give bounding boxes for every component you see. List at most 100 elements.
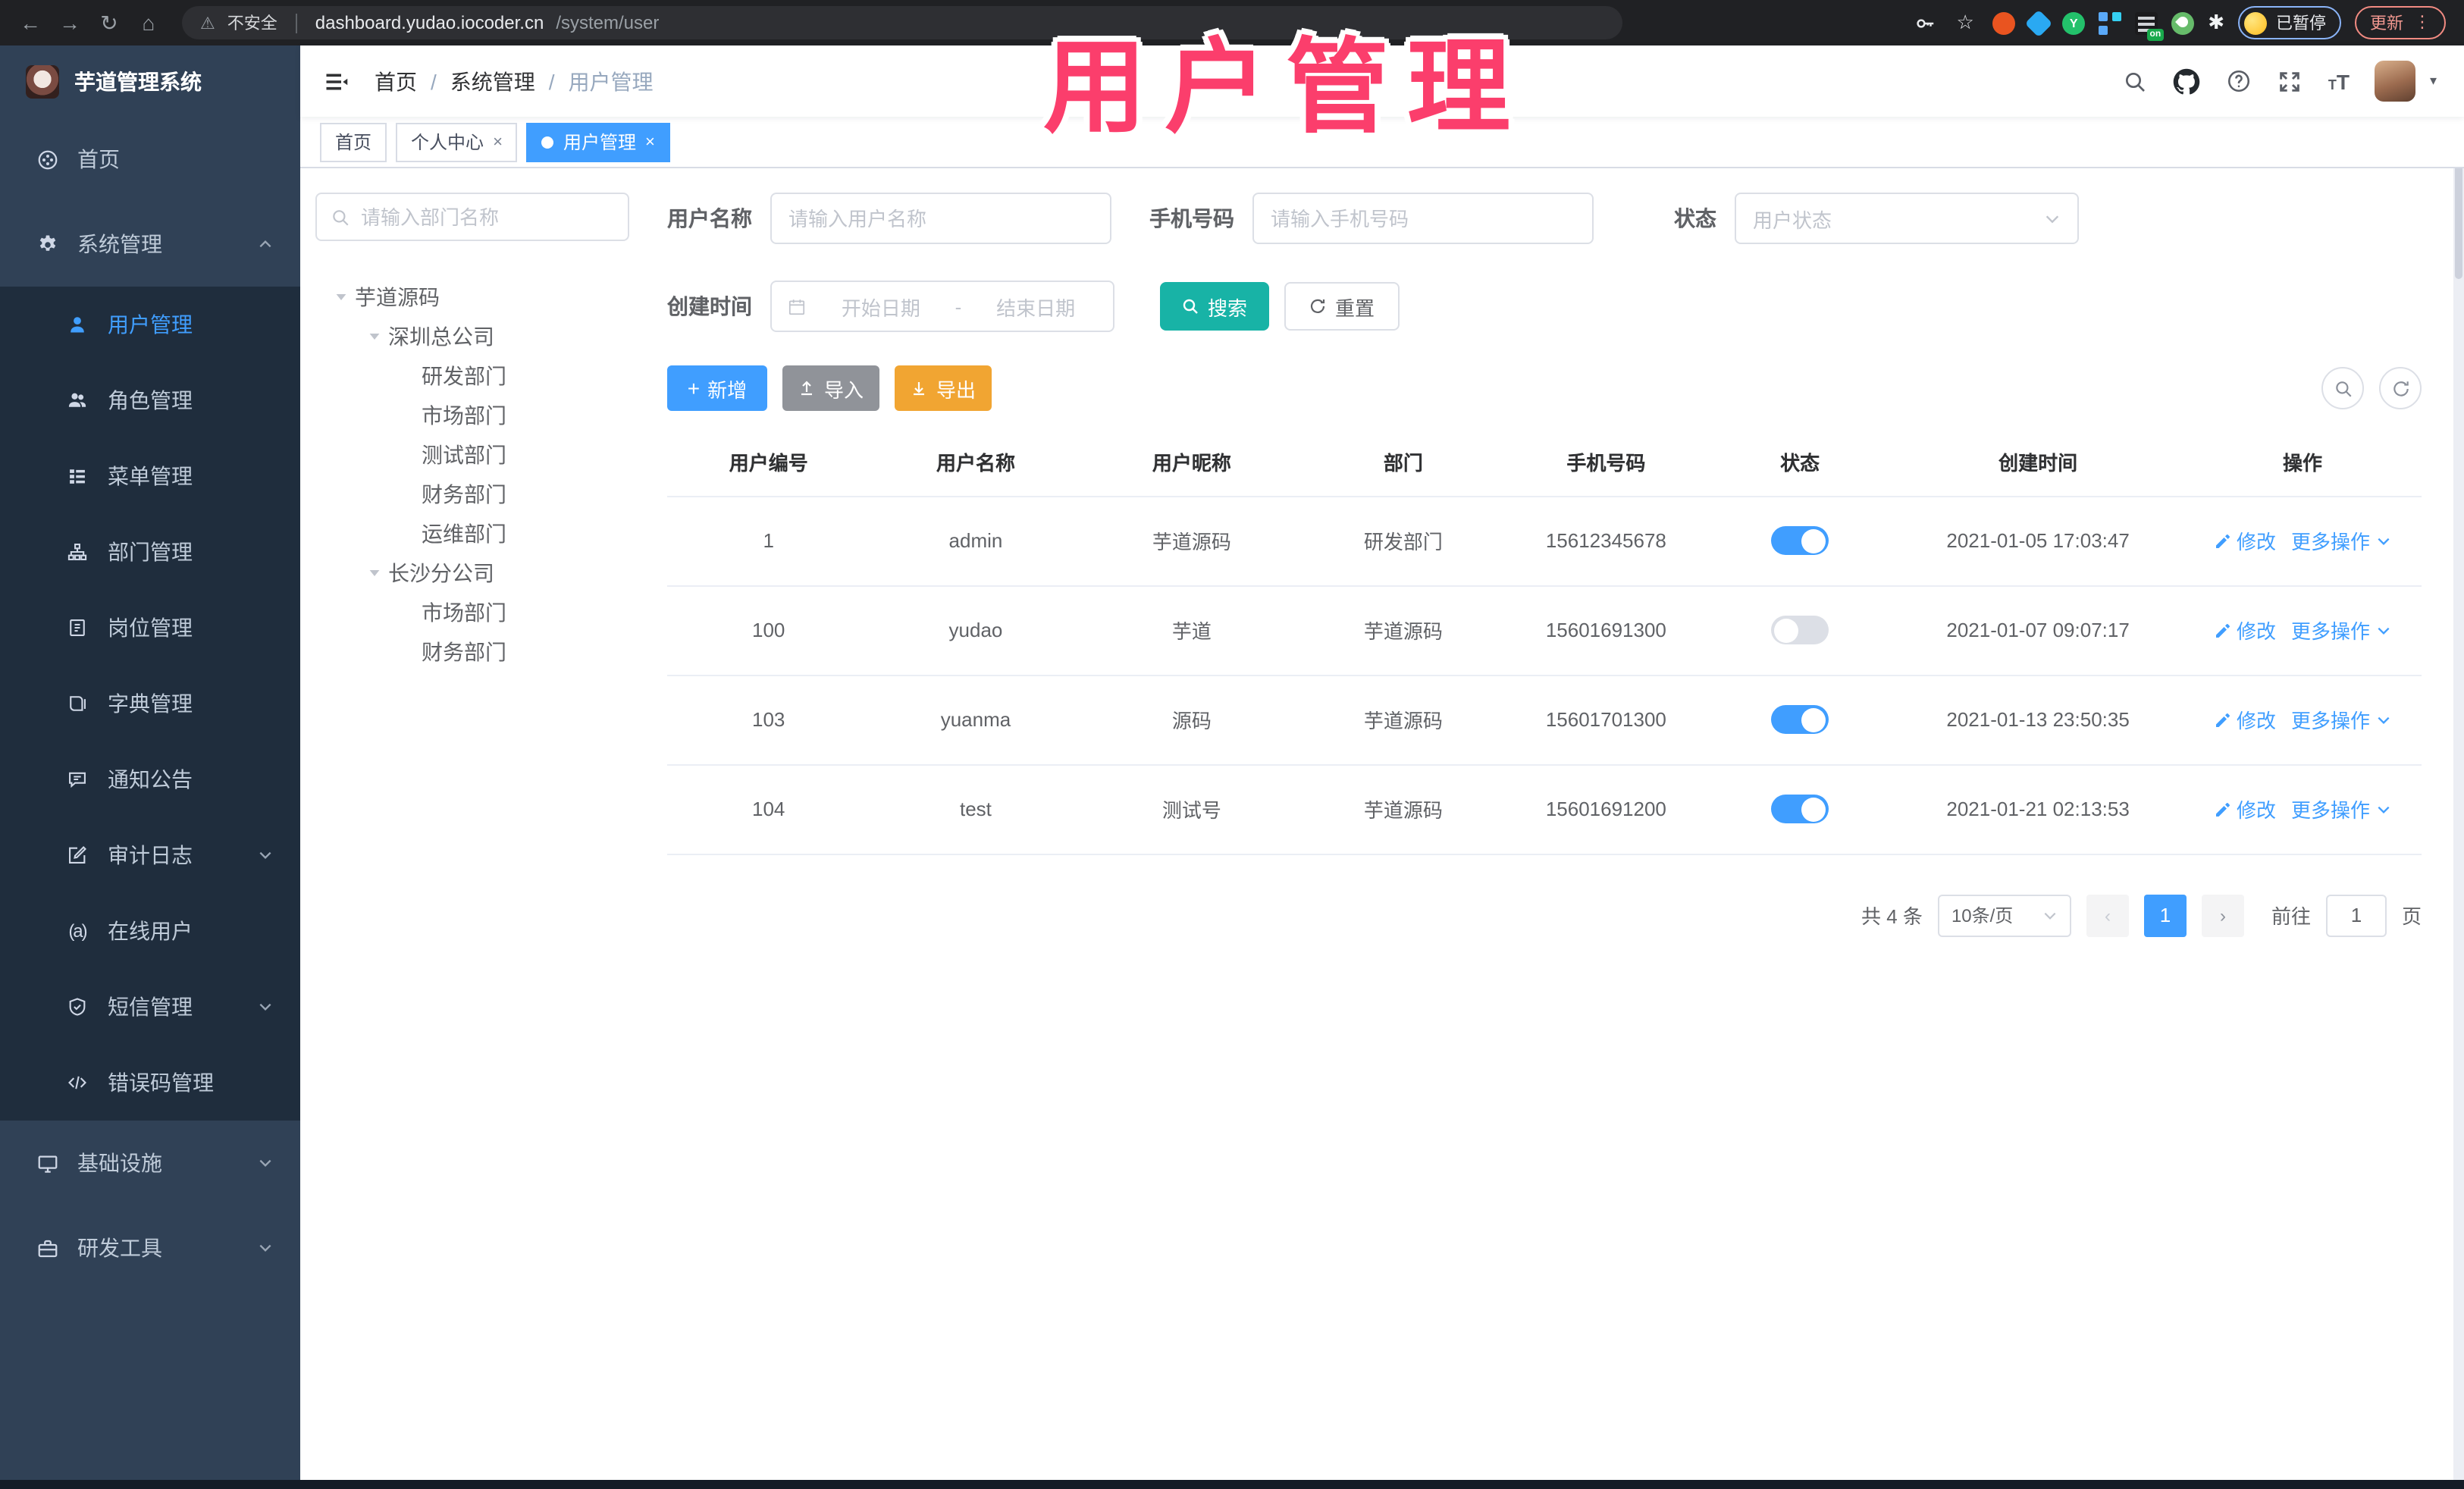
tree-node-branch[interactable]: 长沙分公司 <box>315 553 629 593</box>
browser-back-button[interactable]: ← <box>12 5 49 41</box>
sidebar-item-user-management[interactable]: 用户管理 <box>0 287 300 362</box>
username-field <box>770 193 1111 244</box>
goto-page-input[interactable] <box>2325 894 2387 936</box>
search-button[interactable]: 搜索 <box>1160 282 1269 331</box>
avatar-caret-icon[interactable]: ▾ <box>2430 73 2437 89</box>
extension-icon-squares[interactable] <box>2099 11 2122 34</box>
tree-expand-icon[interactable] <box>361 331 388 343</box>
sidebar-item-home[interactable]: 首页 <box>0 117 300 202</box>
tree-expand-icon[interactable] <box>361 567 388 579</box>
status-toggle[interactable] <box>1771 705 1829 734</box>
tree-node-leaf[interactable]: 市场部门 <box>315 593 629 632</box>
sidebar-item-role-management[interactable]: 角色管理 <box>0 362 300 438</box>
users-icon <box>65 390 89 411</box>
more-actions-link[interactable]: 更多操作 <box>2291 616 2391 644</box>
edit-user-link[interactable]: 修改 <box>2214 526 2276 555</box>
edit-user-link[interactable]: 修改 <box>2214 795 2276 823</box>
close-icon[interactable]: × <box>493 133 503 151</box>
next-page-button[interactable]: › <box>2201 894 2244 936</box>
tab-home[interactable]: 首页 <box>320 122 387 161</box>
tree-node-leaf[interactable]: 运维部门 <box>315 514 629 553</box>
tree-node-leaf[interactable]: 财务部门 <box>315 475 629 514</box>
table-row: 1 admin 芋道源码 研发部门 15612345678 2021-01-05… <box>667 496 2422 586</box>
extension-icon-leaf[interactable] <box>2171 11 2195 34</box>
sidebar: 芋道管理系统 首页 系统管理 用户管理 角色管理 菜单管理 部门管理 岗位管理 … <box>0 45 300 1489</box>
reset-button[interactable]: 重置 <box>1284 282 1400 331</box>
extension-icon-orange[interactable] <box>1992 11 2016 34</box>
edit-user-link[interactable]: 修改 <box>2214 616 2276 644</box>
help-icon[interactable] <box>2227 68 2252 94</box>
profile-paused-badge[interactable]: 已暂停 <box>2238 6 2341 39</box>
username-input[interactable] <box>788 207 1093 230</box>
edit-user-link[interactable]: 修改 <box>2214 705 2276 734</box>
tree-expand-icon[interactable] <box>328 291 355 303</box>
sidebar-item-error-code[interactable]: 错误码管理 <box>0 1045 300 1121</box>
export-button[interactable]: 导出 <box>895 365 992 411</box>
mobile-field <box>1252 193 1594 244</box>
dept-search-input[interactable] <box>361 205 614 228</box>
sidebar-collapse-icon[interactable] <box>323 67 350 95</box>
extension-icon-gem[interactable] <box>2024 8 2053 37</box>
user-avatar[interactable] <box>2375 61 2416 102</box>
sidebar-group-infrastructure[interactable]: 基础设施 <box>0 1121 300 1205</box>
current-page-button[interactable]: 1 <box>2143 894 2187 936</box>
more-actions-link[interactable]: 更多操作 <box>2291 795 2391 823</box>
book-icon <box>65 693 89 714</box>
key-icon[interactable] <box>1911 9 1938 36</box>
extension-icon-list[interactable]: on <box>2135 11 2165 40</box>
tree-node-root[interactable]: 芋道源码 <box>315 277 629 317</box>
sidebar-group-dev-tools[interactable]: 研发工具 <box>0 1205 300 1290</box>
table-header-row: 用户编号 用户名称 用户昵称 部门 手机号码 状态 创建时间 操作 <box>667 429 2422 497</box>
bookmark-star-icon[interactable]: ☆ <box>1951 9 1979 36</box>
more-actions-link[interactable]: 更多操作 <box>2291 705 2391 734</box>
window-scrollbar[interactable] <box>2453 45 2464 1489</box>
sidebar-item-dict-management[interactable]: 字典管理 <box>0 666 300 741</box>
show-search-button[interactable] <box>2321 367 2364 409</box>
col-created: 创建时间 <box>1892 429 2183 497</box>
tab-user-management[interactable]: 用户管理 × <box>526 122 670 161</box>
tree-node-branch[interactable]: 深圳总公司 <box>315 317 629 356</box>
sidebar-group-sms[interactable]: 短信管理 <box>0 969 300 1045</box>
tree-node-leaf[interactable]: 市场部门 <box>315 396 629 435</box>
tree-node-leaf[interactable]: 财务部门 <box>315 632 629 672</box>
status-toggle[interactable] <box>1771 795 1829 823</box>
status-toggle[interactable] <box>1771 616 1829 644</box>
add-button[interactable]: + 新增 <box>667 365 767 411</box>
extensions-pinwheel-icon[interactable]: ✱ <box>2208 11 2224 35</box>
sidebar-group-system[interactable]: 系统管理 <box>0 202 300 287</box>
breadcrumb-current: 用户管理 <box>568 69 654 93</box>
sidebar-item-online-users[interactable]: (a) 在线用户 <box>0 893 300 969</box>
status-select[interactable]: 用户状态 <box>1735 193 2079 244</box>
browser-forward-button[interactable]: → <box>52 5 88 41</box>
more-actions-link[interactable]: 更多操作 <box>2291 526 2391 555</box>
sidebar-group-audit-log[interactable]: 审计日志 <box>0 817 300 893</box>
breadcrumb-system[interactable]: 系统管理 <box>450 66 535 96</box>
browser-reload-button[interactable]: ↻ <box>91 5 127 41</box>
date-range-picker[interactable]: 开始日期 - 结束日期 <box>770 281 1114 332</box>
sidebar-item-dept-management[interactable]: 部门管理 <box>0 514 300 590</box>
sidebar-item-menu-management[interactable]: 菜单管理 <box>0 438 300 514</box>
import-button[interactable]: 导入 <box>782 365 879 411</box>
browser-update-button[interactable]: 更新 ⋮ <box>2355 6 2446 39</box>
extension-icon-green-y[interactable]: Y <box>2062 11 2086 34</box>
tab-profile[interactable]: 个人中心 × <box>396 122 518 161</box>
search-icon[interactable] <box>2124 69 2148 93</box>
refresh-table-button[interactable] <box>2379 367 2422 409</box>
browser-home-button[interactable]: ⌂ <box>130 5 167 41</box>
app-logo[interactable]: 芋道管理系统 <box>0 45 300 117</box>
chevron-down-icon <box>258 999 273 1014</box>
sidebar-item-post-management[interactable]: 岗位管理 <box>0 590 300 666</box>
page-size-select[interactable]: 10条/页 <box>1937 894 2071 936</box>
close-icon[interactable]: × <box>645 133 655 151</box>
fullscreen-icon[interactable] <box>2278 69 2303 93</box>
tree-node-leaf[interactable]: 测试部门 <box>315 435 629 475</box>
github-icon[interactable] <box>2174 67 2201 95</box>
tree-node-leaf[interactable]: 研发部门 <box>315 356 629 396</box>
status-toggle[interactable] <box>1771 526 1829 555</box>
sidebar-item-notice[interactable]: 通知公告 <box>0 741 300 817</box>
breadcrumb-home[interactable]: 首页 <box>375 66 417 96</box>
mobile-input[interactable] <box>1271 207 1575 230</box>
prev-page-button[interactable]: ‹ <box>2086 894 2129 936</box>
browser-menu-icon[interactable]: ⋮ <box>2414 14 2431 31</box>
font-size-icon[interactable]: TT <box>2328 69 2350 93</box>
